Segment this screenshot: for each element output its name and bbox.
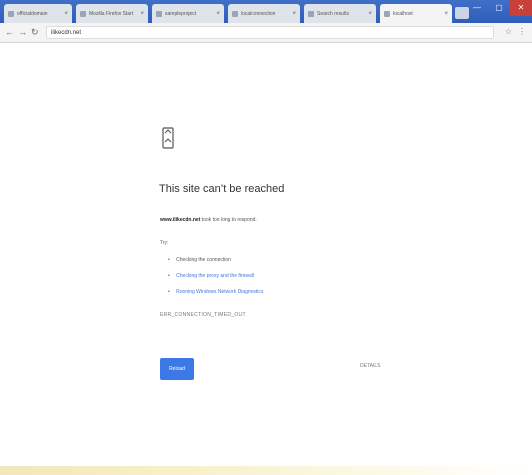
suggestion-item: Running Windows Network Diagnostics	[168, 290, 263, 295]
tab-5[interactable]: Search results ×	[304, 4, 376, 23]
tab-close-icon[interactable]: ×	[216, 11, 220, 17]
page-favicon-icon	[156, 10, 162, 17]
close-window-button[interactable]: ✕	[510, 0, 532, 16]
tab-4[interactable]: localconnection ×	[228, 4, 300, 23]
error-title: This site can’t be reached	[159, 183, 285, 195]
toolbar-actions: ☆ ⋮	[505, 27, 526, 36]
tab-title: Search results	[317, 10, 349, 17]
suggestion-item: Checking the proxy and the firewall	[168, 274, 263, 279]
tab-close-icon[interactable]: ×	[444, 11, 448, 17]
reload-icon[interactable]: ↻	[31, 26, 39, 38]
minimize-button[interactable]: —	[466, 0, 488, 16]
tab-close-icon[interactable]: ×	[368, 11, 372, 17]
reload-button[interactable]: Reload	[160, 358, 194, 380]
suggestion-link[interactable]: Checking the proxy and the firewall	[176, 273, 254, 279]
tab-title: sampleproject	[165, 10, 197, 17]
error-code: ERR_CONNECTION_TIMED_OUT	[160, 312, 246, 318]
tab-strip: officialdomain × Mozilla Firefox Start ×…	[0, 0, 532, 23]
menu-icon[interactable]: ⋮	[518, 27, 526, 36]
back-arrow-icon[interactable]: ←	[5, 26, 14, 38]
error-domain: www.ilikecdn.net	[160, 217, 201, 223]
tab-title: Mozilla Firefox Start	[89, 10, 134, 17]
forward-arrow-icon[interactable]: →	[18, 26, 27, 38]
page-favicon-icon	[232, 10, 238, 17]
suggestion-link[interactable]: Running Windows Network Diagnostics	[176, 289, 263, 295]
try-label: Try:	[160, 240, 169, 246]
maximize-button[interactable]: ▢	[488, 0, 510, 16]
page-favicon-icon	[384, 10, 390, 17]
error-description: www.ilikecdn.net took too long to respon…	[160, 217, 257, 223]
address-bar[interactable]: ilikecdn.net	[46, 26, 494, 39]
tab-title: localconnection	[241, 10, 276, 17]
tab-2[interactable]: Mozilla Firefox Start ×	[76, 4, 148, 23]
broken-page-icon	[162, 127, 174, 149]
suggestion-list: Checking the connection Checking the pro…	[168, 258, 263, 306]
suggestion-item: Checking the connection	[168, 258, 263, 263]
page-favicon-icon	[80, 10, 86, 17]
tab-title: localhost	[393, 10, 413, 17]
details-button[interactable]: DETAILS	[360, 363, 380, 369]
page-favicon-icon	[8, 10, 14, 17]
tab-close-icon[interactable]: ×	[140, 11, 144, 17]
tab-1[interactable]: officialdomain ×	[4, 4, 72, 23]
error-description-text: took too long to respond.	[200, 217, 257, 223]
tab-title: officialdomain	[17, 10, 48, 17]
suggestion-text: Checking the connection	[176, 257, 231, 263]
page-favicon-icon	[308, 10, 314, 17]
tab-close-icon[interactable]: ×	[292, 11, 296, 17]
browser-toolbar: ← → ↻ ilikecdn.net ☆ ⋮	[0, 23, 532, 43]
bookmark-star-icon[interactable]: ☆	[505, 27, 512, 36]
tab-close-icon[interactable]: ×	[64, 11, 68, 17]
notification-bar	[0, 466, 532, 475]
tab-3[interactable]: sampleproject ×	[152, 4, 224, 23]
tab-6-active[interactable]: localhost ×	[380, 4, 452, 23]
window-controls: — ▢ ✕	[466, 0, 532, 23]
